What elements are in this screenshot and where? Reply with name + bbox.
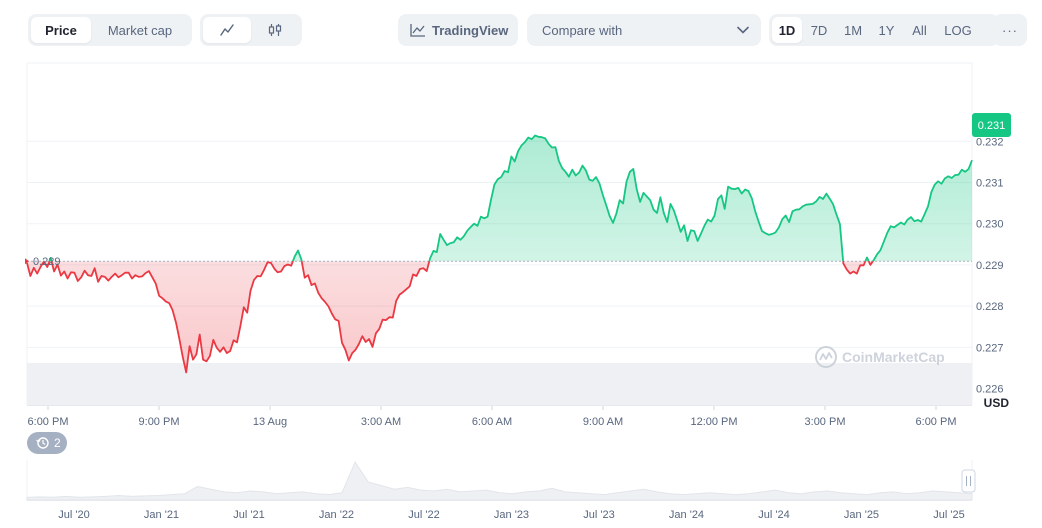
overview-area [26, 461, 973, 501]
overview-tick-label: Jan '24 [669, 509, 704, 521]
events-badge[interactable]: 2 [27, 432, 67, 454]
y-tick-label: 0.232 [976, 136, 1004, 148]
price-chart[interactable]: 0.229 0.232 0.231 0.230 0.229 0.228 0.227 0.22… [0, 0, 1042, 528]
svg-text:CoinMarketCap: CoinMarketCap [842, 349, 945, 365]
overview-tick-label: Jul '20 [58, 509, 89, 521]
overview-tick-label: Jul '22 [408, 509, 439, 521]
overview-tick-label: Jul '25 [933, 509, 964, 521]
volume-band [27, 363, 972, 405]
y-tick-label: 0.231 [976, 177, 1004, 189]
overview-tick-label: Jan '21 [144, 509, 179, 521]
overview-tick-label: Jan '25 [844, 509, 879, 521]
navigator-handle[interactable] [961, 469, 976, 493]
x-tick-label: 6:00 PM [28, 416, 69, 428]
y-tick-label: 0.229 [976, 260, 1004, 272]
y-axis: 0.232 0.231 0.230 0.229 0.228 0.227 0.226 [976, 136, 1004, 395]
x-axis: 6:00 PM 9:00 PM 13 Aug 3:00 AM 6:00 AM 9:00 A… [28, 406, 957, 428]
x-tick-label: 12:00 PM [690, 416, 737, 428]
svg-text:0.231: 0.231 [978, 120, 1006, 132]
x-tick-label: 6:00 PM [916, 416, 957, 428]
y-tick-label: 0.228 [976, 301, 1004, 313]
svg-text:0.229: 0.229 [33, 256, 61, 268]
overview-tick-label: Jul '23 [583, 509, 614, 521]
overview-x-axis: Jul '20 Jan '21 Jul '21 Jan '22 Jul '22 Jan '… [58, 509, 964, 521]
overview-tick-label: Jan '23 [494, 509, 529, 521]
x-tick-label: 9:00 PM [139, 416, 180, 428]
currency-label: USD [984, 396, 1010, 410]
area-fill-up [49, 135, 972, 262]
svg-text:2: 2 [54, 436, 61, 450]
x-tick-label: 6:00 AM [472, 416, 512, 428]
current-price-tag: 0.231 [972, 113, 1011, 137]
overview-navigator[interactable]: Jul '20 Jan '21 Jul '21 Jan '22 Jul '22 Jan '… [26, 460, 976, 521]
x-tick-label: 9:00 AM [583, 416, 623, 428]
x-tick-label: 3:00 PM [805, 416, 846, 428]
overview-tick-label: Jul '21 [233, 509, 264, 521]
x-tick-label: 13 Aug [253, 416, 287, 428]
y-tick-label: 0.226 [976, 384, 1004, 396]
overview-tick-label: Jul '24 [758, 509, 789, 521]
overview-tick-label: Jan '22 [319, 509, 354, 521]
x-tick-label: 3:00 AM [361, 416, 401, 428]
y-tick-label: 0.227 [976, 342, 1004, 354]
y-tick-label: 0.230 [976, 219, 1004, 231]
